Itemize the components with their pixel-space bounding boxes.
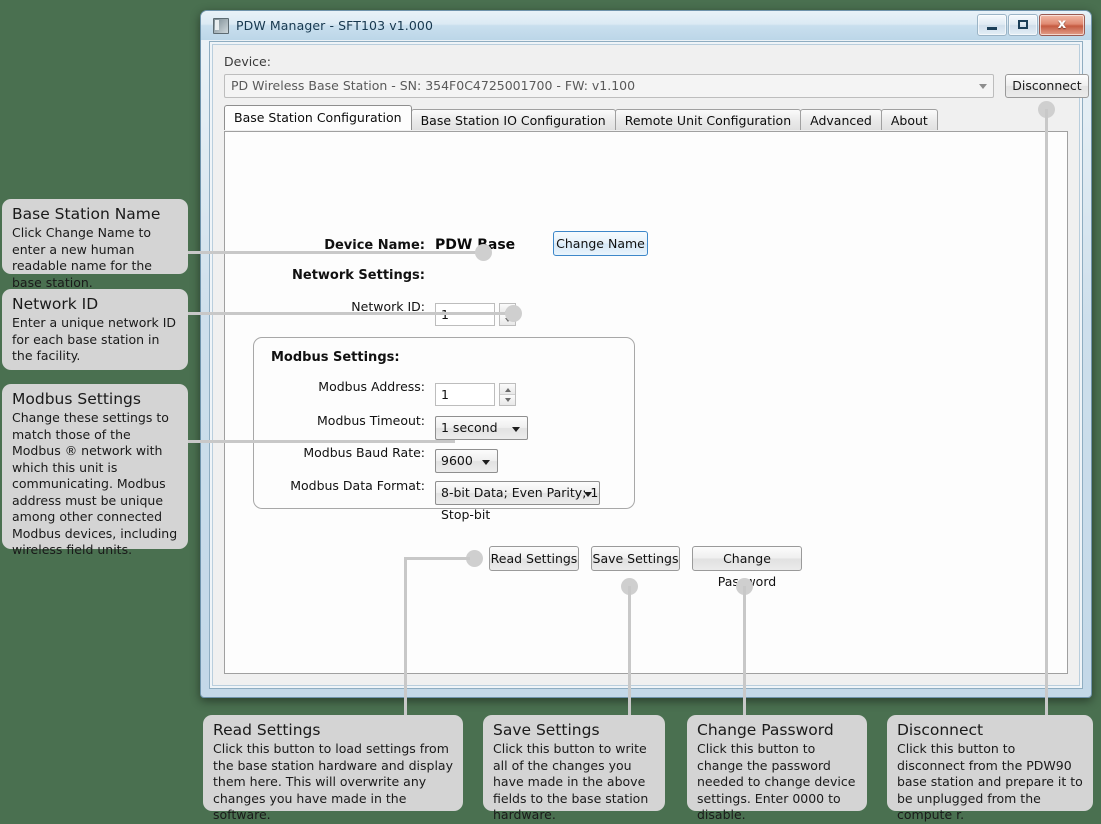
callout-body: Enter a unique network ID for each base … (12, 315, 177, 363)
modbus-baud-value: 9600 (441, 453, 473, 468)
change-password-button[interactable]: Change Password (692, 546, 802, 589)
connector-disconnect-v (1045, 109, 1048, 722)
spinner-up-icon[interactable] (500, 384, 515, 395)
tab-advanced[interactable]: Advanced (800, 109, 882, 130)
modbus-address-spinner[interactable] (499, 383, 516, 406)
tab-base-station-io-configuration[interactable]: Base Station IO Configuration (410, 109, 616, 130)
callout-title: Modbus Settings (12, 390, 141, 408)
window-title: PDW Manager - SFT103 v1.000 (236, 18, 433, 33)
chevron-down-icon (584, 492, 592, 497)
modbus-baud-label: Modbus Baud Rate: (303, 445, 425, 460)
callout-base-station-name: Base Station Name Click Change Name to e… (2, 199, 188, 290)
callout-body: Click this button to load settings from … (213, 741, 453, 822)
callout-read-settings: Read Settings Click this button to load … (203, 715, 463, 822)
tab-bar: Base Station Configuration Base Station … (224, 105, 938, 130)
connector-save-settings-v (628, 586, 631, 722)
spinner-down-icon[interactable] (500, 395, 515, 405)
callout-body: Click this button to change the password… (697, 741, 856, 822)
window-controls: x (976, 14, 1085, 36)
callout-network-id: Network ID Enter a unique network ID for… (2, 289, 188, 370)
device-select-value: PD Wireless Base Station - SN: 354F0C472… (231, 78, 636, 93)
device-label: Device: (224, 54, 271, 69)
callout-body: Click Change Name to enter a new human r… (12, 225, 152, 290)
save-settings-button[interactable]: Save Settings (591, 546, 680, 571)
modbus-timeout-select[interactable]: 1 second (435, 416, 528, 440)
connector-dot-network-id (505, 305, 522, 322)
device-select[interactable]: PD Wireless Base Station - SN: 354F0C472… (224, 74, 994, 98)
chevron-down-icon (512, 427, 520, 432)
modbus-address-label: Modbus Address: (318, 379, 425, 394)
read-settings-button[interactable]: Read Settings (489, 546, 579, 571)
callout-title: Network ID (12, 295, 99, 313)
maximize-button[interactable] (1008, 14, 1038, 36)
callout-disconnect: Disconnect Click this button to disconne… (887, 715, 1093, 822)
callout-title: Base Station Name (12, 205, 161, 223)
minimize-button[interactable] (977, 14, 1007, 36)
modbus-baud-select[interactable]: 9600 (435, 449, 498, 473)
connector-dot-device-name (475, 244, 492, 261)
modbus-data-format-select[interactable]: 8-bit Data; Even Parity; 1 Stop-bit (435, 481, 600, 522)
callout-body: Click this button to write all of the ch… (493, 741, 649, 822)
connector-change-password-v (743, 586, 746, 722)
disconnect-button[interactable]: Disconnect (1005, 74, 1089, 98)
callout-title: Save Settings (493, 721, 600, 739)
window-titlebar[interactable]: PDW Manager - SFT103 v1.000 x (201, 11, 1091, 40)
network-settings-label: Network Settings: (292, 268, 425, 283)
tab-about[interactable]: About (880, 109, 938, 130)
callout-title: Disconnect (897, 721, 984, 739)
callout-body: Change these settings to match those of … (12, 410, 178, 557)
connector-network-id (188, 312, 512, 315)
callout-change-password: Change Password Click this button to cha… (687, 715, 867, 822)
modbus-settings-title: Modbus Settings: (271, 350, 400, 365)
callout-title: Read Settings (213, 721, 321, 739)
callout-body: Click this button to disconnect from the… (897, 741, 1083, 822)
modbus-address-input[interactable]: 1 (435, 383, 495, 406)
tab-remote-unit-configuration[interactable]: Remote Unit Configuration (614, 109, 802, 130)
chevron-down-icon (482, 460, 490, 465)
app-icon (213, 17, 229, 34)
tab-base-station-configuration[interactable]: Base Station Configuration (224, 105, 412, 130)
connector-base-station-name (188, 251, 482, 254)
connector-read-settings-h (404, 557, 470, 560)
chevron-down-icon (979, 84, 987, 89)
connector-read-settings-v (404, 557, 407, 722)
callout-title: Change Password (697, 721, 834, 739)
connector-modbus-settings (188, 440, 455, 443)
callout-modbus-settings: Modbus Settings Change these settings to… (2, 384, 188, 557)
close-button[interactable]: x (1039, 14, 1085, 36)
modbus-data-format-label: Modbus Data Format: (290, 478, 425, 493)
change-name-button[interactable]: Change Name (553, 231, 648, 256)
modbus-timeout-value: 1 second (441, 420, 498, 435)
callout-save-settings: Save Settings Click this button to write… (483, 715, 665, 822)
modbus-timeout-label: Modbus Timeout: (317, 413, 425, 428)
